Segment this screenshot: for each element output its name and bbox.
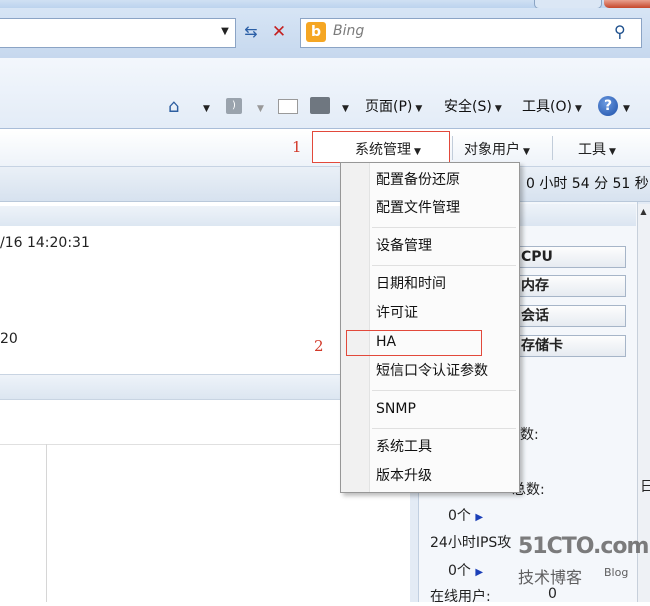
- menu-separator: [372, 390, 516, 391]
- uptime-text: 0 小时 54 分 51 秒: [526, 176, 649, 192]
- menu-item-version-upgrade[interactable]: 版本升级: [376, 466, 432, 486]
- help-dropdown-icon[interactable]: ▼: [620, 96, 630, 118]
- ips-24h-label: 24小时IPS攻: [430, 535, 512, 551]
- search-icon[interactable]: ⚲: [614, 22, 626, 41]
- menu-item-system-tools[interactable]: 系统工具: [376, 437, 432, 457]
- app-tools-menu[interactable]: 工具 ▼: [578, 139, 616, 159]
- rss-icon[interactable]: ): [226, 98, 242, 114]
- menu-separator: [372, 428, 516, 429]
- online-users-value: 0: [548, 586, 557, 602]
- menu-divider: [552, 136, 553, 160]
- system-datetime: /16 14:20:31: [0, 235, 90, 251]
- watermark-logo: 51CTO.com: [518, 534, 649, 559]
- stop-button[interactable]: ✕: [266, 20, 292, 44]
- print-dropdown-icon[interactable]: ▼: [339, 96, 349, 118]
- bing-logo-icon: b: [306, 22, 326, 42]
- menu-item-snmp[interactable]: SNMP: [376, 399, 416, 419]
- page-menu[interactable]: 页面(P) ▼: [365, 96, 422, 118]
- refresh-button[interactable]: ⇆: [238, 20, 264, 44]
- rss-dropdown-icon[interactable]: ▼: [254, 96, 264, 118]
- page-menu-label: 页面(P): [365, 99, 413, 115]
- annotation-2: 2: [314, 337, 324, 355]
- chevron-down-icon: ▼: [523, 147, 530, 157]
- count-label: 数:: [520, 427, 539, 443]
- info-value: 20: [0, 331, 18, 347]
- search-placeholder: Bing: [333, 23, 365, 39]
- object-users-menu[interactable]: 对象用户 ▼: [464, 139, 530, 159]
- tools-menu[interactable]: 工具(O) ▼: [522, 96, 582, 118]
- chevron-down-icon: ▼: [574, 104, 582, 114]
- watermark-subtitle: 技术博客: [518, 568, 583, 587]
- menu-item-sms-auth-params[interactable]: 短信口令认证参数: [376, 361, 488, 381]
- tools-menu-label: 工具(O): [522, 99, 572, 115]
- safety-menu[interactable]: 安全(S) ▼: [444, 96, 502, 118]
- home-dropdown-icon[interactable]: ▼: [200, 96, 210, 118]
- menu-item-date-time[interactable]: 日期和时间: [376, 274, 446, 294]
- online-users-label: 在线用户:: [430, 589, 491, 605]
- menu-separator: [372, 265, 516, 266]
- ha-highlight-box: [346, 330, 482, 356]
- chevron-down-icon: ▼: [494, 104, 502, 114]
- menu-divider: [452, 136, 453, 160]
- home-icon[interactable]: ⌂: [168, 96, 179, 117]
- ips-count-link[interactable]: 0个 ▶: [448, 560, 483, 580]
- arrow-right-icon: ▶: [475, 512, 484, 523]
- sessions-button[interactable]: 会话: [516, 305, 626, 327]
- chart-axis: [46, 444, 47, 602]
- address-dropdown-icon[interactable]: ▼: [218, 22, 232, 42]
- menu-separator: [372, 227, 516, 228]
- print-icon[interactable]: [310, 97, 330, 114]
- menu-item-config-backup-restore[interactable]: 配置备份还原: [376, 170, 460, 190]
- chevron-down-icon: ▼: [609, 147, 616, 157]
- safety-menu-label: 安全(S): [444, 99, 492, 115]
- chevron-down-icon: ▼: [415, 104, 423, 114]
- count-link[interactable]: 0个 ▶: [448, 505, 483, 525]
- clipped-label: 日: [640, 479, 650, 495]
- storage-card-button[interactable]: 存储卡: [516, 335, 626, 357]
- cpu-button[interactable]: CPU: [516, 246, 626, 268]
- arrow-right-icon: ▶: [475, 567, 484, 578]
- watermark-blog: Blog: [604, 566, 629, 579]
- menu-item-config-file-management[interactable]: 配置文件管理: [376, 198, 460, 218]
- menu-item-device-management[interactable]: 设备管理: [376, 236, 432, 256]
- help-icon[interactable]: ?: [598, 96, 618, 116]
- address-bar[interactable]: [0, 18, 236, 48]
- annotation-1: 1: [292, 138, 302, 156]
- dropdown-icon-gutter: [341, 163, 370, 492]
- scroll-up-icon[interactable]: ▲: [638, 206, 649, 217]
- window-close-button[interactable]: [604, 0, 650, 8]
- memory-button[interactable]: 内存: [516, 275, 626, 297]
- command-bar: [0, 58, 650, 129]
- mail-icon[interactable]: [278, 99, 298, 114]
- menu-item-license[interactable]: 许可证: [376, 303, 418, 323]
- system-management-menu-label[interactable]: 系统管理 ▼: [355, 139, 421, 159]
- chevron-down-icon: ▼: [414, 147, 421, 157]
